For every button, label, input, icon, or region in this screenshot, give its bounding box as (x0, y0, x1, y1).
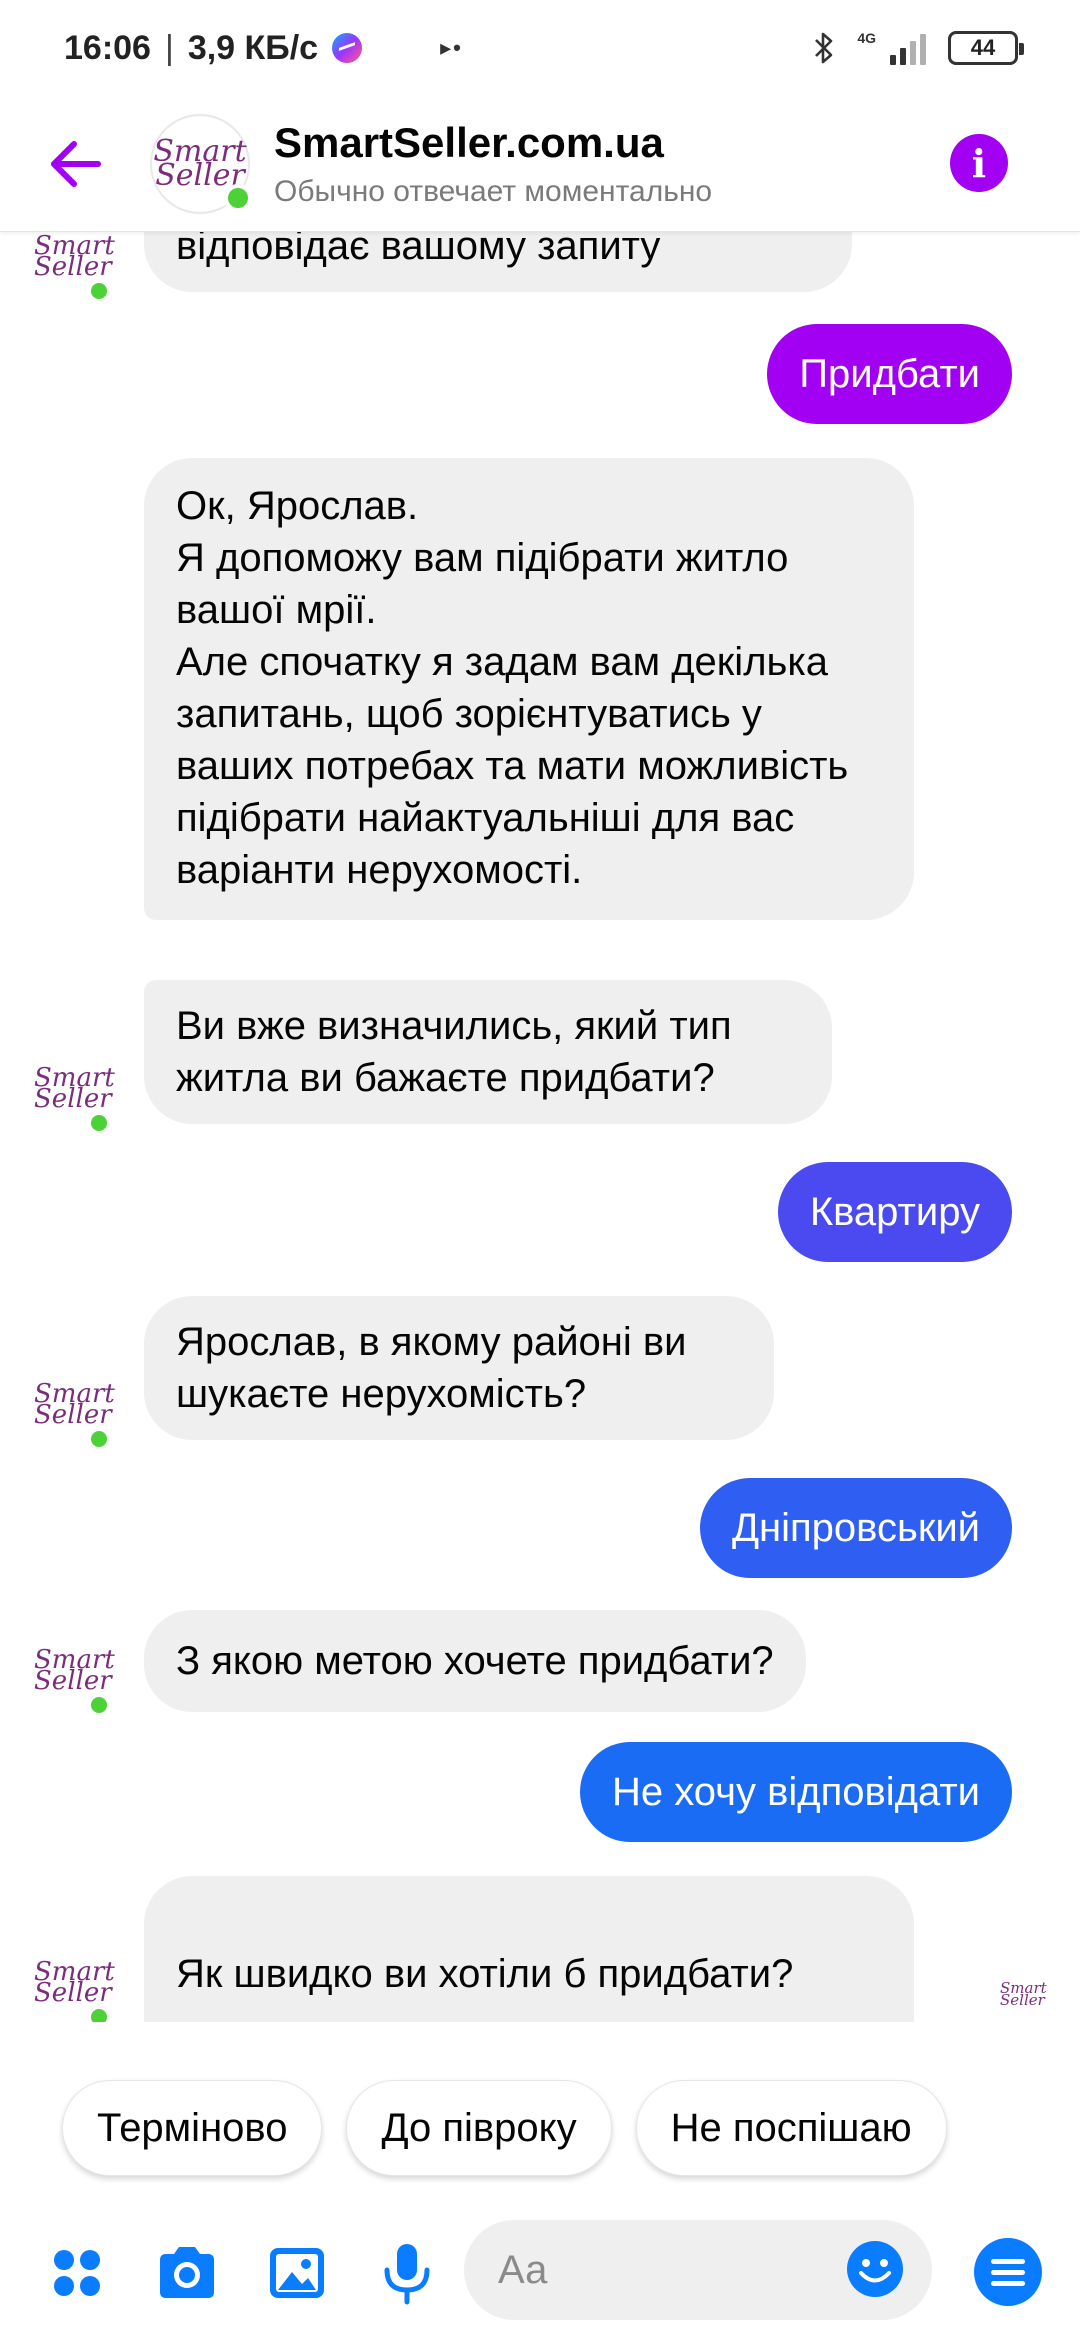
back-arrow-icon[interactable] (46, 134, 106, 194)
online-indicator (88, 1694, 110, 1716)
menu-icon[interactable] (974, 2238, 1042, 2306)
incoming-message[interactable]: Як швидко ви хотіли б придбати? 🔑🌳🏠 (144, 1876, 914, 2022)
response-status: Обычно отвечает моментально (274, 174, 713, 208)
status-left: 16:06 | 3,9 КБ/с ▸• (64, 29, 463, 68)
message-text: Ок, Ярослав. Я допоможу вам підібрати жи… (176, 484, 849, 892)
incoming-message[interactable]: Ви вже визначились, який тип житла ви ба… (144, 980, 832, 1124)
seen-receipt-avatar: Smart Seller (1000, 1979, 1047, 2010)
microphone-icon[interactable] (372, 2238, 442, 2308)
smartseller-logo: Smart Seller (34, 232, 115, 282)
camera-icon[interactable] (152, 2238, 222, 2308)
emoji-icon[interactable] (844, 2238, 906, 2300)
battery-level: 44 (970, 35, 996, 60)
bluetooth-icon (815, 32, 833, 64)
apps-icon[interactable] (42, 2238, 112, 2308)
sender-avatar: Smart Seller (34, 1957, 115, 2022)
smartseller-logo: Smart Seller (1000, 1979, 1047, 2009)
quick-reply-half-year[interactable]: До півроку (346, 2080, 612, 2176)
message-text: Придбати (799, 352, 980, 396)
message-text: Не хочу відповідати (611, 1770, 980, 1814)
incoming-message[interactable]: З якою метою хочете придбати? (144, 1610, 806, 1712)
smartseller-logo: Smart Seller (34, 1063, 115, 1114)
message-text: Як швидко ви хотіли б придбати? (176, 1952, 794, 1996)
message-text: відповідає вашому запиту (176, 232, 661, 268)
online-indicator (88, 1112, 110, 1134)
sender-avatar: Smart Seller (34, 1063, 115, 1134)
status-time: 16:06 (64, 28, 151, 67)
status-right: 4G 44 (813, 30, 1024, 65)
signal-icon (890, 31, 926, 65)
incoming-message[interactable]: Ярослав, в якому районі ви шукаєте нерух… (144, 1296, 774, 1440)
smartseller-logo: Smart Seller (34, 1645, 115, 1696)
message-input-placeholder: Аа (498, 2247, 548, 2292)
messenger-notification-icon (332, 33, 363, 63)
outgoing-message[interactable]: Дніпровський (699, 1478, 1012, 1578)
smartseller-logo: Smart Seller (153, 133, 247, 193)
media-notification-icon: ▸• (440, 35, 463, 60)
smartseller-logo: Smart Seller (34, 1957, 115, 2008)
online-indicator (88, 1428, 110, 1450)
status-separator: | (164, 28, 174, 67)
chat-thread: Smart Seller відповідає вашому запиту При… (0, 232, 1080, 2022)
quick-reply-urgent[interactable]: Терміново (62, 2080, 323, 2176)
sender-avatar: Smart Seller (34, 232, 115, 302)
outgoing-message[interactable]: Не хочу відповідати (579, 1742, 1012, 1842)
header-text[interactable]: SmartSeller.com.ua Обычно отвечает момен… (274, 119, 712, 209)
message-text: Ярослав, в якому районі ви шукаєте нерух… (176, 1320, 687, 1416)
sender-avatar: Smart Seller (34, 1645, 115, 1716)
message-input[interactable]: Аа (464, 2220, 932, 2320)
smartseller-logo: Smart Seller (34, 1379, 115, 1430)
status-speed: 3,9 КБ/с (187, 28, 319, 67)
network-type: 4G (857, 30, 876, 46)
message-text: З якою метою хочете придбати? (176, 1639, 774, 1683)
outgoing-message[interactable]: Придбати (767, 324, 1012, 424)
message-text: Дніпровський (731, 1506, 980, 1550)
avatar[interactable]: Smart Seller (150, 113, 252, 214)
battery-icon: 44 (948, 31, 1024, 65)
page-title: SmartSeller.com.ua (274, 118, 664, 166)
incoming-message[interactable]: Ок, Ярослав. Я допоможу вам підібрати жи… (144, 458, 914, 920)
online-indicator (88, 2006, 110, 2022)
message-text: Ви вже визначились, який тип житла ви ба… (176, 1004, 732, 1100)
quick-replies: Терміново До півроку Не поспішаю (62, 2080, 947, 2176)
outgoing-message[interactable]: Квартиру (777, 1162, 1012, 1262)
quick-reply-no-rush[interactable]: Не поспішаю (635, 2080, 947, 2176)
status-bar: 16:06 | 3,9 КБ/с ▸• 4G 44 (0, 0, 1080, 96)
gallery-icon[interactable] (262, 2238, 332, 2308)
message-text: Квартиру (809, 1190, 980, 1234)
info-icon[interactable]: i (950, 134, 1008, 192)
online-indicator (88, 280, 110, 302)
chat-header: Smart Seller SmartSeller.com.ua Обычно о… (0, 96, 1080, 232)
sender-avatar: Smart Seller (34, 1379, 115, 1450)
online-indicator (224, 183, 252, 212)
incoming-message[interactable]: відповідає вашому запиту (144, 232, 852, 292)
